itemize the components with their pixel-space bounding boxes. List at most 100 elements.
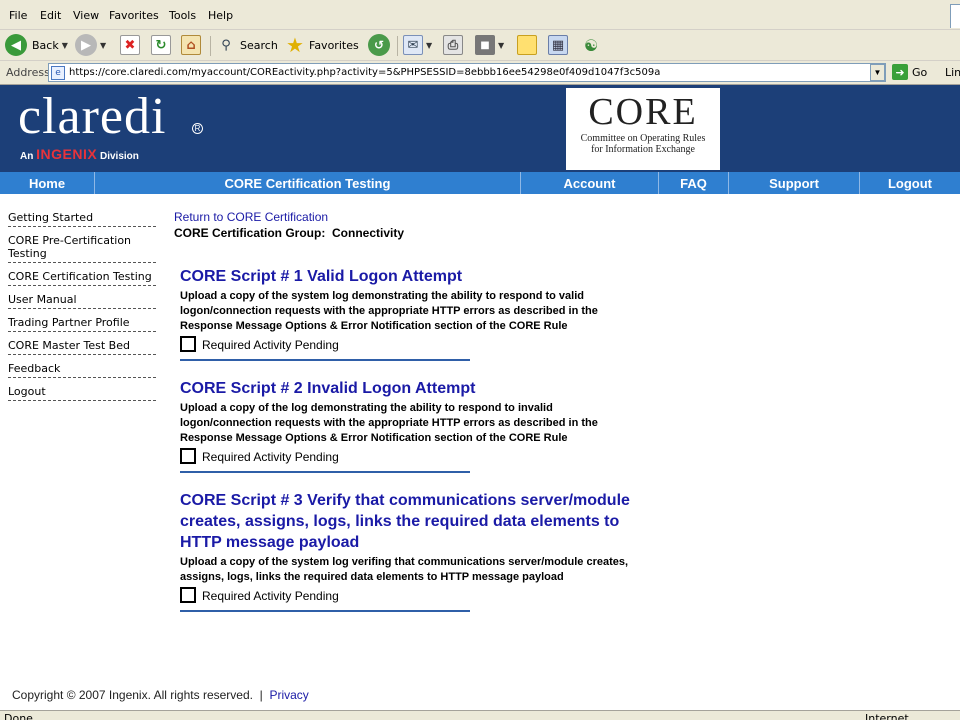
pending-checkbox[interactable]: [180, 336, 196, 352]
pending-checkbox[interactable]: [180, 587, 196, 603]
return-link[interactable]: Return to CORE Certification: [174, 210, 654, 224]
core-sub-line1: Committee on Operating Rules: [580, 133, 706, 144]
refresh-button[interactable]: ↻: [151, 33, 171, 57]
sidebar-item-user-manual[interactable]: User Manual: [8, 292, 156, 309]
go-button[interactable]: ➜ Go: [892, 64, 927, 80]
sidebar-item-certification-testing[interactable]: CORE Certification Testing: [8, 269, 156, 286]
script-block-1: CORE Script # 1 Valid Logon Attempt Uplo…: [180, 266, 640, 361]
script-title[interactable]: CORE Script # 2 Invalid Logon Attempt: [180, 378, 640, 399]
research-button[interactable]: ▦: [548, 33, 568, 57]
sidebar: Getting Started CORE Pre-Certification T…: [8, 210, 156, 401]
menu-edit[interactable]: Edit: [40, 9, 61, 22]
core-logo: CORE Committee on Operating Rules for In…: [566, 88, 720, 170]
home-button[interactable]: ⌂: [181, 33, 201, 57]
favorites-label: Favorites: [309, 38, 359, 52]
search-icon: ⚲: [221, 37, 231, 53]
nav-home[interactable]: Home: [0, 172, 95, 194]
star-icon: ★: [286, 33, 304, 57]
menu-help[interactable]: Help: [208, 9, 233, 22]
edit-button[interactable]: ■ ▼: [475, 33, 504, 57]
page-icon: e: [51, 65, 65, 80]
pending-label: Required Activity Pending: [202, 589, 339, 603]
divider: [180, 610, 470, 612]
sidebar-item-pre-certification[interactable]: CORE Pre-Certification Testing: [8, 233, 156, 263]
menu-favorites[interactable]: Favorites: [109, 9, 159, 22]
main-content: Return to CORE Certification CORE Certif…: [174, 210, 654, 240]
main-nav: Home CORE Certification Testing Account …: [0, 172, 960, 194]
core-logo-title: CORE: [588, 91, 698, 133]
history-button[interactable]: ↺: [368, 33, 390, 57]
printer-icon: ⎙: [443, 35, 463, 55]
back-button[interactable]: ◀ Back ▼: [5, 33, 68, 57]
sidebar-item-logout[interactable]: Logout: [8, 384, 156, 401]
sidebar-item-master-test-bed[interactable]: CORE Master Test Bed: [8, 338, 156, 355]
print-button[interactable]: ⎙: [443, 33, 463, 57]
toolbar-separator: [397, 36, 398, 56]
script-title[interactable]: CORE Script # 3 Verify that communicatio…: [180, 490, 640, 553]
menu-file[interactable]: File: [9, 9, 27, 22]
sidebar-item-feedback[interactable]: Feedback: [8, 361, 156, 378]
nav-account[interactable]: Account: [521, 172, 659, 194]
toolbar-separator: [210, 36, 211, 56]
status-text: Done: [4, 712, 33, 720]
chevron-down-icon: ▼: [426, 40, 433, 50]
refresh-icon: ↻: [151, 35, 171, 55]
script-description: Upload a copy of the system log verifing…: [180, 556, 629, 583]
messenger-button[interactable]: ☯: [581, 33, 601, 57]
links-label[interactable]: Lin: [945, 66, 960, 79]
forward-arrow-icon: ▶: [75, 34, 97, 56]
mail-icon: ✉: [403, 35, 423, 55]
privacy-link[interactable]: Privacy: [269, 688, 308, 702]
search-button[interactable]: ⚲ Search: [216, 33, 278, 57]
discuss-button[interactable]: [517, 33, 537, 57]
stop-icon: ✖: [120, 35, 140, 55]
site-header: claredi R An INGENIX Division CORE Commi…: [0, 85, 960, 172]
sidebar-item-getting-started[interactable]: Getting Started: [8, 210, 156, 227]
activity-status: Required Activity Pending: [180, 336, 640, 352]
stop-button[interactable]: ✖: [120, 33, 140, 57]
script-block-3: CORE Script # 3 Verify that communicatio…: [180, 490, 640, 612]
core-logo-subtitle: Committee on Operating Rules for Informa…: [566, 133, 720, 155]
menu-tools[interactable]: Tools: [169, 9, 196, 22]
go-label: Go: [912, 65, 928, 79]
script-title[interactable]: CORE Script # 1 Valid Logon Attempt: [180, 266, 640, 287]
favorites-button[interactable]: ★ Favorites: [285, 33, 359, 57]
script-description: Upload a copy of the log demonstrating t…: [180, 402, 598, 444]
script-description: Upload a copy of the system log demonstr…: [180, 290, 598, 332]
registered-mark-icon: R: [192, 123, 203, 134]
group-value: Connectivity: [332, 226, 405, 240]
nav-logout[interactable]: Logout: [860, 172, 960, 194]
chevron-down-icon: ▼: [100, 40, 107, 50]
window-edge: [950, 4, 960, 28]
address-label: Address: [6, 66, 50, 79]
sidebar-item-trading-partner-profile[interactable]: Trading Partner Profile: [8, 315, 156, 332]
url-text: https://core.claredi.com/myaccount/COREa…: [69, 67, 661, 78]
copyright-text: Copyright © 2007 Ingenix. All rights res…: [12, 688, 253, 702]
claredi-logo[interactable]: claredi: [18, 89, 166, 145]
url-input[interactable]: e https://core.claredi.com/myaccount/COR…: [48, 63, 886, 82]
forward-button[interactable]: ▶ ▼: [75, 33, 106, 57]
pending-label: Required Activity Pending: [202, 450, 339, 464]
nav-core-certification-testing[interactable]: CORE Certification Testing: [95, 172, 521, 194]
logo-tagline: An INGENIX Division: [20, 146, 139, 162]
pending-label: Required Activity Pending: [202, 338, 339, 352]
pending-checkbox[interactable]: [180, 448, 196, 464]
core-sub-line2: for Information Exchange: [591, 144, 695, 155]
chevron-down-icon: ▼: [61, 40, 68, 50]
activity-status: Required Activity Pending: [180, 587, 640, 603]
mail-button[interactable]: ✉ ▼: [403, 33, 432, 57]
nav-faq[interactable]: FAQ: [659, 172, 729, 194]
security-zone: Internet: [865, 712, 909, 720]
divider: [180, 471, 470, 473]
address-dropdown-button[interactable]: ▼: [870, 64, 885, 81]
menu-bar: File Edit View Favorites Tools Help: [0, 0, 960, 30]
divider: [180, 359, 470, 361]
nav-support[interactable]: Support: [729, 172, 860, 194]
research-icon: ▦: [548, 35, 568, 55]
script-block-2: CORE Script # 2 Invalid Logon Attempt Up…: [180, 378, 640, 473]
tagline-prefix: An: [20, 151, 34, 162]
back-label: Back: [32, 38, 59, 52]
messenger-icon: ☯: [583, 35, 599, 55]
status-bar: Done Internet: [0, 710, 960, 720]
menu-view[interactable]: View: [73, 9, 99, 22]
